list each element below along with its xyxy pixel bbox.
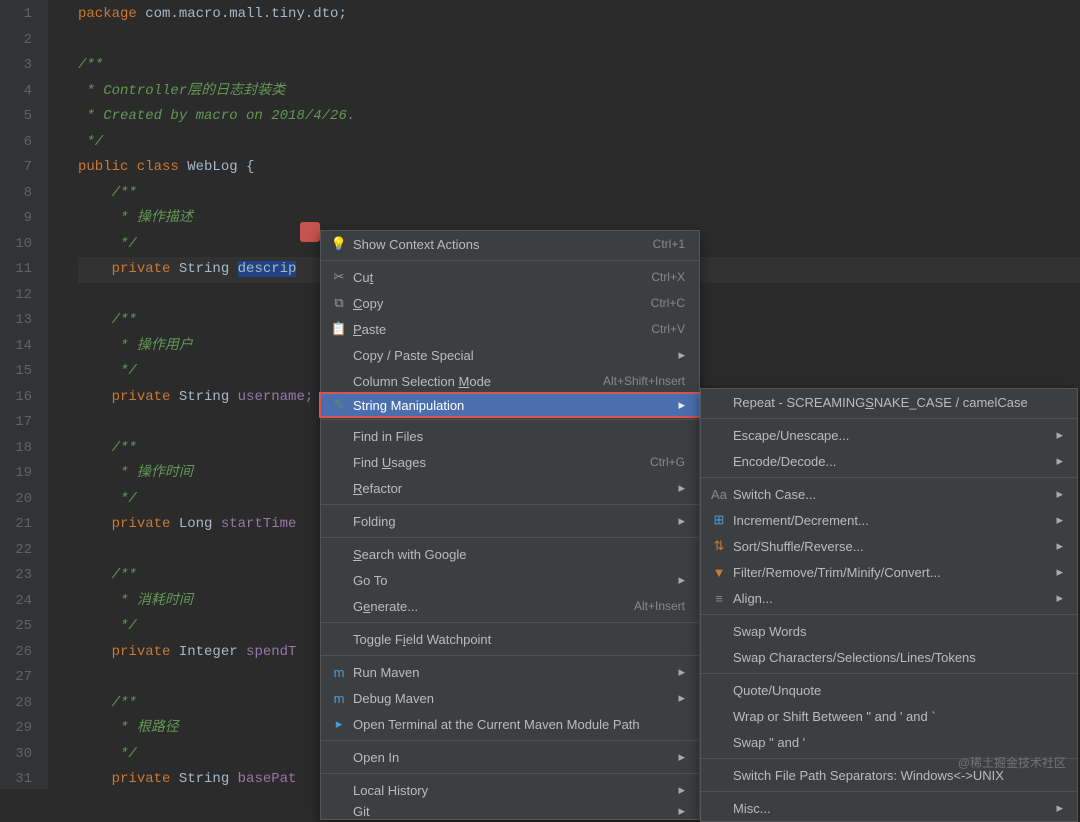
- line-number[interactable]: 19: [0, 461, 32, 487]
- menu-run-maven[interactable]: mRun Maven▸: [321, 659, 699, 685]
- sort-icon: ⇅: [709, 538, 729, 554]
- line-number[interactable]: 14: [0, 334, 32, 360]
- menu-misc[interactable]: Misc...▸: [701, 795, 1077, 821]
- line-number[interactable]: 27: [0, 665, 32, 691]
- cut-icon: ✂: [329, 269, 349, 285]
- menu-string-manipulation[interactable]: ✎String Manipulation▸: [319, 392, 701, 418]
- line-number[interactable]: 28: [0, 691, 32, 717]
- increment-icon: ⊞: [709, 512, 729, 528]
- line-number[interactable]: 7: [0, 155, 32, 181]
- bulb-icon: 💡: [329, 236, 349, 252]
- line-gutter: 1234567891011121314151617181920212223242…: [0, 0, 48, 789]
- menu-swap-quotes[interactable]: Swap " and ': [701, 729, 1077, 755]
- line-number[interactable]: 25: [0, 614, 32, 640]
- menu-swap-words[interactable]: Swap Words: [701, 618, 1077, 644]
- maven-debug-icon: m: [329, 691, 349, 706]
- menu-search-with-google[interactable]: Search with Google: [321, 541, 699, 567]
- line-number[interactable]: 21: [0, 512, 32, 538]
- line-number[interactable]: 29: [0, 716, 32, 742]
- menu-debug-maven[interactable]: mDebug Maven▸: [321, 685, 699, 711]
- line-number[interactable]: 23: [0, 563, 32, 589]
- watermark: @稀土掘金技术社区: [958, 754, 1066, 771]
- menu-quote-unquote[interactable]: Quote/Unquote: [701, 677, 1077, 703]
- line-number[interactable]: 18: [0, 436, 32, 462]
- line-number[interactable]: 16: [0, 385, 32, 411]
- menu-copy-paste-special[interactable]: Copy / Paste Special▸: [321, 342, 699, 368]
- line-number[interactable]: 15: [0, 359, 32, 385]
- menu-cut[interactable]: ✂CutCtrl+X: [321, 264, 699, 290]
- line-number[interactable]: 5: [0, 104, 32, 130]
- menu-generate[interactable]: Generate...Alt+Insert: [321, 593, 699, 619]
- line-number[interactable]: 3: [0, 53, 32, 79]
- menu-repeat-case[interactable]: Repeat - SCREAMINGSNAKE_CASE / camelCase: [701, 389, 1077, 415]
- line-number[interactable]: 6: [0, 130, 32, 156]
- code-line: package com.macro.mall.tiny.dto;: [78, 2, 1080, 28]
- menu-open-terminal-maven[interactable]: ▸Open Terminal at the Current Maven Modu…: [321, 711, 699, 737]
- align-icon: ≡: [709, 591, 729, 606]
- line-number[interactable]: 22: [0, 538, 32, 564]
- intention-bulb-icon[interactable]: [300, 222, 320, 242]
- menu-go-to[interactable]: Go To▸: [321, 567, 699, 593]
- menu-align[interactable]: ≡Align...▸: [701, 585, 1077, 611]
- line-number[interactable]: 1: [0, 2, 32, 28]
- selected-text[interactable]: descrip: [238, 261, 297, 277]
- line-number[interactable]: 10: [0, 232, 32, 258]
- line-number[interactable]: 8: [0, 181, 32, 207]
- menu-find-usages[interactable]: Find UsagesCtrl+G: [321, 449, 699, 475]
- menu-switch-case[interactable]: AaSwitch Case...▸: [701, 481, 1077, 507]
- separator: [321, 260, 699, 261]
- javadoc: */: [78, 134, 103, 150]
- copy-icon: ⧉: [329, 295, 349, 311]
- menu-find-in-files[interactable]: Find in Files: [321, 423, 699, 449]
- paste-icon: 📋: [329, 321, 349, 337]
- menu-toggle-watchpoint[interactable]: Toggle Field Watchpoint: [321, 626, 699, 652]
- menu-increment-decrement[interactable]: ⊞Increment/Decrement...▸: [701, 507, 1077, 533]
- case-icon: Aa: [709, 487, 729, 502]
- menu-escape-unescape[interactable]: Escape/Unescape...▸: [701, 422, 1077, 448]
- maven-run-icon: m: [329, 665, 349, 680]
- menu-local-history[interactable]: Local History▸: [321, 777, 699, 803]
- menu-sort-shuffle-reverse[interactable]: ⇅Sort/Shuffle/Reverse...▸: [701, 533, 1077, 559]
- line-number[interactable]: 17: [0, 410, 32, 436]
- menu-git[interactable]: Git▸: [321, 803, 699, 819]
- line-number[interactable]: 20: [0, 487, 32, 513]
- line-number[interactable]: 26: [0, 640, 32, 666]
- menu-swap-characters[interactable]: Swap Characters/Selections/Lines/Tokens: [701, 644, 1077, 670]
- filter-icon: ▼: [709, 565, 729, 580]
- menu-copy[interactable]: ⧉CopyCtrl+C: [321, 290, 699, 316]
- line-number[interactable]: 24: [0, 589, 32, 615]
- javadoc: * Controller层的日志封装类: [78, 83, 285, 99]
- menu-show-context-actions[interactable]: 💡Show Context ActionsCtrl+1: [321, 231, 699, 257]
- menu-folding[interactable]: Folding▸: [321, 508, 699, 534]
- line-number[interactable]: 30: [0, 742, 32, 768]
- line-number[interactable]: 11: [0, 257, 32, 283]
- terminal-icon: ▸: [329, 716, 349, 732]
- line-number[interactable]: 2: [0, 28, 32, 54]
- pencil-icon: ✎: [329, 397, 349, 413]
- menu-filter-remove-trim[interactable]: ▼Filter/Remove/Trim/Minify/Convert...▸: [701, 559, 1077, 585]
- menu-column-selection-mode[interactable]: Column Selection ModeAlt+Shift+Insert: [321, 368, 699, 394]
- menu-refactor[interactable]: Refactor▸: [321, 475, 699, 501]
- line-number[interactable]: 13: [0, 308, 32, 334]
- line-number[interactable]: 9: [0, 206, 32, 232]
- menu-paste[interactable]: 📋PasteCtrl+V: [321, 316, 699, 342]
- javadoc: * Created by macro on 2018/4/26.: [78, 108, 355, 124]
- menu-encode-decode[interactable]: Encode/Decode...▸: [701, 448, 1077, 474]
- menu-open-in[interactable]: Open In▸: [321, 744, 699, 770]
- javadoc: /**: [78, 57, 103, 73]
- line-number[interactable]: 12: [0, 283, 32, 309]
- menu-wrap-shift-quotes[interactable]: Wrap or Shift Between " and ' and `: [701, 703, 1077, 729]
- context-menu: 💡Show Context ActionsCtrl+1 ✂CutCtrl+X ⧉…: [320, 230, 700, 820]
- line-number[interactable]: 4: [0, 79, 32, 105]
